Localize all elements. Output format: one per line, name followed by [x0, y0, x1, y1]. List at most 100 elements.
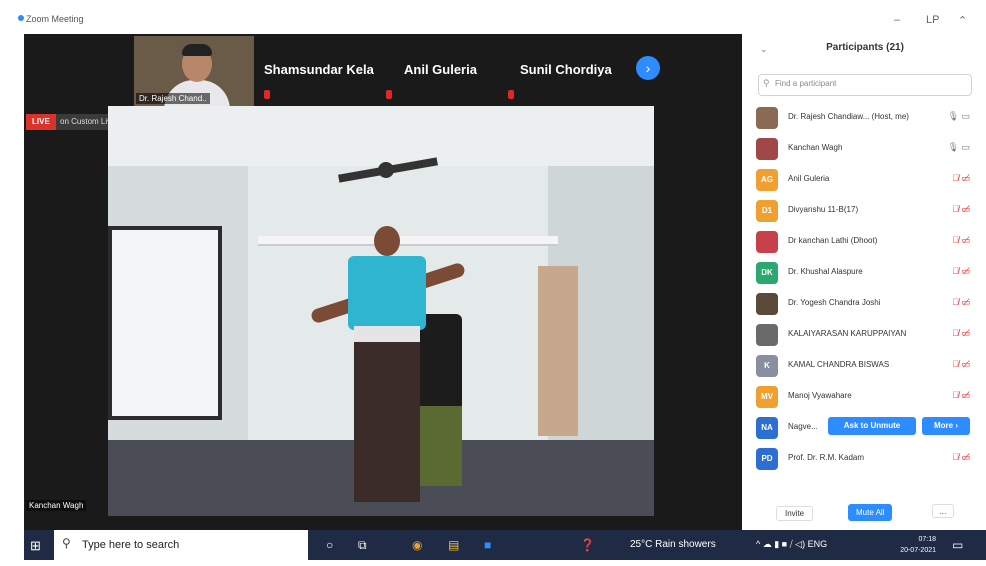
participant-name: Manoj Vyawahare [788, 391, 852, 400]
notifications-icon[interactable]: ▭ [952, 538, 963, 552]
live-badge[interactable]: LIVE [26, 114, 56, 130]
thumb-hair [182, 44, 212, 56]
zoom-app-icon[interactable]: ■ [484, 538, 491, 552]
muted-mic-video-icons[interactable]: 🎙̸ ▭̸ [952, 390, 970, 401]
shelf [258, 236, 558, 246]
muted-mic-video-icons[interactable]: 🎙̸ ▭̸ [952, 452, 970, 463]
muted-mic-icon [508, 90, 514, 99]
mic-video-icons[interactable]: 🎙 ▭ [948, 142, 970, 153]
ceiling-fan-hub [378, 162, 394, 178]
system-tray[interactable]: ^ ☁ ▮ ■ ⧸ ◁) ENG [756, 539, 827, 550]
child-legs [420, 406, 462, 486]
avatar: AG [756, 169, 778, 191]
windows-taskbar: ⊞ ⚲ Type here to search ○ ⧉ ◉ ▤ ■ ❓ 25°C… [24, 530, 986, 560]
participant-name: Dr. Yogesh Chandra Joshi [788, 298, 881, 307]
muted-mic-icon [264, 90, 270, 99]
taskbar-search-input[interactable]: ⚲ Type here to search [54, 530, 308, 560]
chrome-icon[interactable]: ◉ [412, 538, 422, 552]
gallery-name[interactable]: Sunil Chordiya [520, 62, 612, 77]
wall-frame [108, 226, 222, 420]
muted-mic-video-icons[interactable]: 🎙̸ ▭̸ [952, 297, 970, 308]
gallery-strip: Dr. Rajesh Chand.. Shamsundar Kela Anil … [24, 34, 742, 106]
search-icon: ⚲ [763, 78, 770, 88]
clock[interactable]: 07:18 20-07-2021 [892, 534, 936, 556]
participants-panel: ⌄ Participants (21) ⚲ Find a participant… [744, 34, 986, 530]
title-bar: Zoom Meeting – LP ⌃ [0, 0, 986, 34]
mute-all-button[interactable]: Mute All [848, 504, 893, 521]
muted-mic-video-icons[interactable]: 🎙̸ ▭̸ [952, 204, 970, 215]
more-button[interactable]: More › [922, 417, 970, 435]
weather-widget[interactable]: 25°C Rain showers [630, 539, 716, 550]
muted-mic-video-icons[interactable]: 🎙̸ ▭̸ [952, 328, 970, 339]
participant-row[interactable]: D1 Divyanshu 11-B(17) 🎙̸ ▭̸ [744, 195, 986, 226]
cortana-icon[interactable]: ○ [326, 538, 333, 552]
participant-row[interactable]: PD Prof. Dr. R.M. Kadam 🎙̸ ▭̸ [744, 443, 986, 474]
avatar: K [756, 355, 778, 377]
muted-mic-video-icons[interactable]: 🎙̸ ▭̸ [952, 266, 970, 277]
next-page-button[interactable]: › [636, 56, 660, 80]
dancer-belt [354, 326, 420, 342]
minimize-button[interactable]: – [894, 14, 900, 26]
avatar [756, 293, 778, 315]
participant-row[interactable]: K KAMAL CHANDRA BISWAS 🎙̸ ▭̸ [744, 350, 986, 381]
collapse-button[interactable]: ⌃ [958, 14, 967, 27]
zoom-logo-icon [18, 15, 24, 21]
ask-to-unmute-button[interactable]: Ask to Unmute [828, 417, 916, 435]
participant-row[interactable]: NA Nagve... Ask to Unmute More › [744, 412, 986, 443]
participant-name: KAMAL CHANDRA BISWAS [788, 360, 890, 369]
dancer-shirt [348, 256, 426, 330]
participant-name: Divyanshu 11-B(17) [788, 205, 859, 214]
file-explorer-icon[interactable]: ▤ [448, 538, 459, 552]
dancer-pants [354, 342, 420, 502]
gallery-name[interactable]: Anil Guleria [404, 62, 477, 77]
participants-title: Participants (21) [826, 42, 904, 53]
gallery-name[interactable]: Shamsundar Kela [264, 62, 374, 77]
avatar: D1 [756, 200, 778, 222]
avatar: NA [756, 417, 778, 439]
windows-start-icon[interactable]: ⊞ [30, 538, 41, 554]
muted-mic-video-icons[interactable]: 🎙̸ ▭̸ [952, 173, 970, 184]
participant-row[interactable]: Dr. Yogesh Chandra Joshi 🎙̸ ▭̸ [744, 288, 986, 319]
participant-row[interactable]: Kanchan Wagh 🎙 ▭ [744, 133, 986, 164]
avatar: MV [756, 386, 778, 408]
meeting-area: Dr. Rajesh Chand.. Shamsundar Kela Anil … [24, 34, 742, 530]
muted-mic-video-icons[interactable]: 🎙̸ ▭̸ [952, 359, 970, 370]
door [538, 266, 578, 436]
speaker-name-label: Kanchan Wagh [26, 500, 87, 511]
participant-search-input[interactable]: ⚲ Find a participant [758, 74, 972, 96]
muted-mic-video-icons[interactable]: 🎙̸ ▭̸ [952, 235, 970, 246]
avatar [756, 231, 778, 253]
muted-mic-icon [386, 90, 392, 99]
participant-row[interactable]: KALAIYARASAN KARUPPAIYAN 🎙̸ ▭̸ [744, 319, 986, 350]
thumb-name: Dr. Rajesh Chand.. [136, 93, 210, 104]
participant-row[interactable]: MV Manoj Vyawahare 🎙̸ ▭̸ [744, 381, 986, 412]
more-options-button[interactable]: ... [932, 504, 954, 518]
mic-video-icons[interactable]: 🎙 ▭ [948, 111, 970, 122]
active-speaker-video [108, 106, 654, 516]
participant-name: Dr kanchan Lathi (Dhoot) [788, 236, 878, 245]
invite-button[interactable]: Invite [776, 506, 814, 521]
window-title: Zoom Meeting [26, 14, 84, 24]
avatar [756, 324, 778, 346]
dancer-head [374, 226, 400, 256]
child-figure [420, 314, 462, 414]
participant-name: Nagve... [788, 422, 818, 431]
help-icon[interactable]: ❓ [580, 538, 595, 552]
participant-name: KALAIYARASAN KARUPPAIYAN [788, 329, 907, 338]
participant-row[interactable]: Dr. Rajesh Chandiaw... (Host, me) 🎙 ▭ [744, 102, 986, 133]
participant-name: Dr. Rajesh Chandiaw... (Host, me) [788, 112, 909, 121]
participant-name: Kanchan Wagh [788, 143, 843, 152]
participant-thumbnail[interactable]: Dr. Rajesh Chand.. [134, 36, 254, 106]
participant-row[interactable]: Dr kanchan Lathi (Dhoot) 🎙̸ ▭̸ [744, 226, 986, 257]
participant-row[interactable]: DK Dr. Khushal Alaspure 🎙̸ ▭̸ [744, 257, 986, 288]
participant-name: Anil Guleria [788, 174, 830, 183]
participant-name: Dr. Khushal Alaspure [788, 267, 863, 276]
search-placeholder: Find a participant [775, 79, 837, 88]
avatar: DK [756, 262, 778, 284]
profile-button[interactable]: LP [926, 14, 939, 26]
taskbar-search-placeholder: Type here to search [82, 539, 180, 551]
participants-footer: Invite Mute All ... [744, 498, 986, 530]
task-view-icon[interactable]: ⧉ [358, 538, 367, 553]
participant-row[interactable]: AG Anil Guleria 🎙̸ ▭̸ [744, 164, 986, 195]
avatar: PD [756, 448, 778, 470]
